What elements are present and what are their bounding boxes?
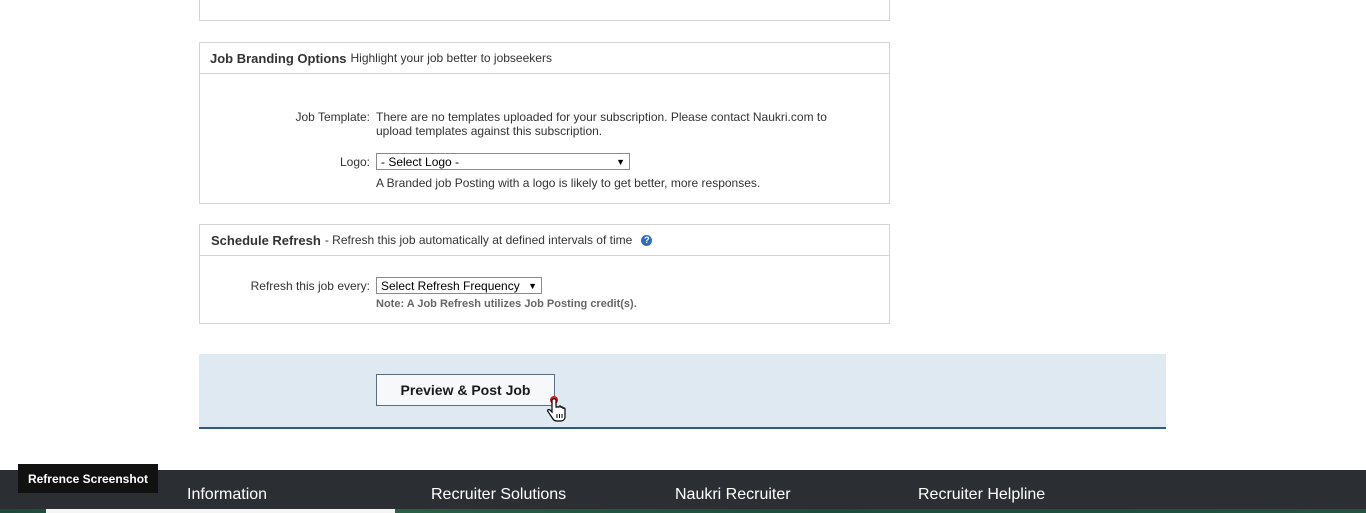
logo-select[interactable]: - Select Logo - ▼ [376, 153, 630, 170]
job-branding-title: Job Branding Options [210, 50, 347, 66]
refresh-frequency-select-value: Select Refresh Frequency [381, 278, 520, 293]
refresh-credit-note: Note: A Job Refresh utilizes Job Posting… [376, 298, 637, 310]
action-band: Preview & Post Job [199, 354, 1166, 429]
triangle-down-icon: ▼ [528, 280, 537, 291]
footer-link-recruiter-solutions[interactable]: Recruiter Solutions [431, 486, 566, 504]
job-branding-header: Job Branding Options Highlight your job … [200, 43, 889, 74]
job-template-message: There are no templates uploaded for your… [376, 110, 827, 138]
logo-label: Logo: [339, 155, 370, 169]
job-branding-panel: Job Branding Options Highlight your job … [199, 42, 890, 204]
schedule-refresh-panel: Schedule Refresh - Refresh this job auto… [199, 224, 890, 324]
hand-pointer-icon [545, 394, 569, 429]
footer-link-naukri-recruiter[interactable]: Naukri Recruiter [675, 486, 791, 504]
refresh-frequency-label: Refresh this job every: [250, 279, 370, 293]
job-template-label: Job Template: [295, 110, 371, 124]
site-footer: Information Recruiter Solutions Naukri R… [0, 470, 1366, 513]
refresh-frequency-select[interactable]: Select Refresh Frequency ▼ [376, 277, 542, 294]
footer-link-information[interactable]: Information [187, 486, 267, 504]
schedule-refresh-title: Schedule Refresh [211, 232, 321, 248]
triangle-down-icon: ▼ [616, 156, 625, 167]
question-circle-icon[interactable]: ? [641, 234, 653, 246]
logo-hint: A Branded job Posting with a logo is lik… [376, 176, 761, 190]
reference-screenshot-badge: Refrence Screenshot [18, 464, 158, 493]
logo-select-value: - Select Logo - [381, 154, 460, 169]
previous-section-panel [199, 0, 890, 21]
footer-link-recruiter-helpline[interactable]: Recruiter Helpline [918, 486, 1045, 504]
job-template-message-line-2: upload templates against this subscripti… [376, 124, 603, 138]
preview-post-job-button[interactable]: Preview & Post Job [376, 374, 555, 406]
job-template-message-line-1: There are no templates uploaded for your… [376, 110, 827, 124]
footer-bottom-strip-highlight [46, 509, 395, 513]
schedule-refresh-subtitle: - Refresh this job automatically at defi… [324, 233, 633, 247]
job-branding-subtitle: Highlight your job better to jobseekers [350, 51, 552, 65]
schedule-refresh-header: Schedule Refresh - Refresh this job auto… [200, 225, 889, 256]
